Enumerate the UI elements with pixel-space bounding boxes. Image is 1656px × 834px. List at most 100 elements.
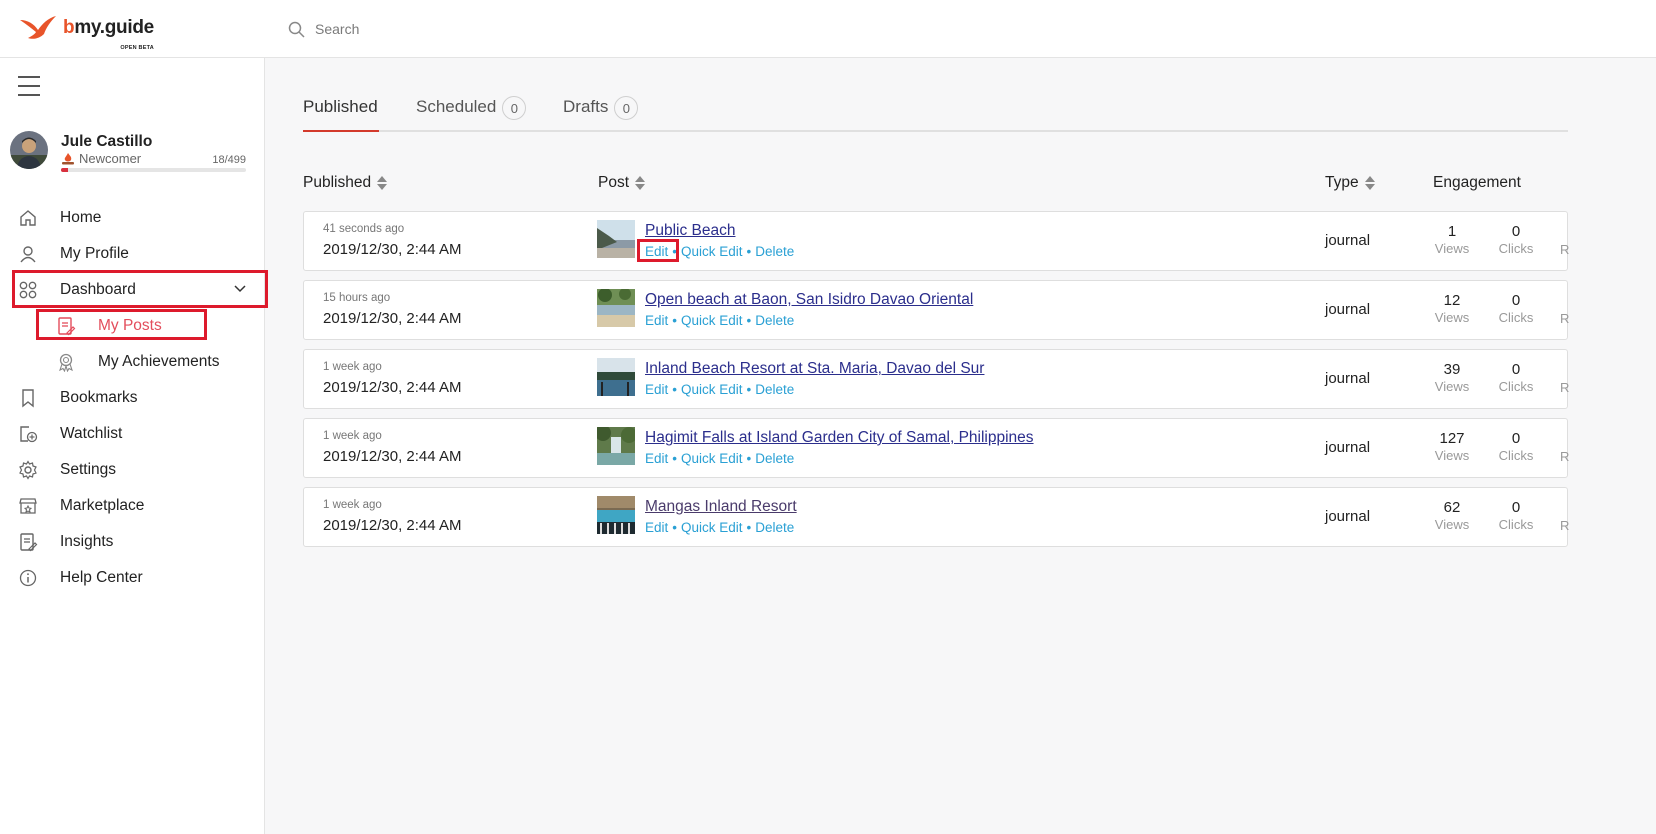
clicks-label: Clicks (1498, 310, 1534, 325)
separator: • (672, 520, 677, 535)
edit-link[interactable]: Edit (645, 244, 668, 259)
delete-link[interactable]: Delete (755, 244, 794, 259)
rank-label: Newcomer (79, 151, 142, 166)
publish-date: 2019/12/30, 2:44 AM (323, 448, 462, 465)
menu-icon[interactable] (18, 76, 40, 96)
column-header-post[interactable]: Post (598, 174, 646, 192)
sidebar-item-my-posts[interactable]: My Posts (0, 308, 265, 344)
sidebar-item-watchlist[interactable]: Watchlist (0, 416, 265, 452)
sidebar-item-home[interactable]: Home (0, 200, 265, 236)
logo[interactable]: bmy.guide OPEN BETA (18, 14, 154, 51)
sidebar-item-label: Home (60, 209, 102, 226)
quick-edit-link[interactable]: Quick Edit (681, 382, 743, 397)
sidebar-item-label: My Achievements (98, 353, 220, 370)
sidebar-item-help-center[interactable]: Help Center (0, 560, 265, 596)
clicks-count: 0 (1511, 499, 1521, 516)
delete-link[interactable]: Delete (755, 313, 794, 328)
search-input[interactable] (315, 21, 615, 37)
column-header-engagement: Engagement (1433, 174, 1521, 192)
quick-edit-link[interactable]: Quick Edit (681, 451, 743, 466)
post-title-link[interactable]: Open beach at Baon, San Isidro Davao Ori… (645, 291, 973, 309)
post-thumbnail[interactable] (597, 427, 635, 465)
truncated-metric-label: R (1560, 518, 1570, 533)
post-actions: Edit • Quick Edit • Delete (645, 451, 794, 466)
post-title-link[interactable]: Inland Beach Resort at Sta. Maria, Davao… (645, 360, 984, 378)
delete-link[interactable]: Delete (755, 382, 794, 397)
sort-icon[interactable] (377, 176, 388, 190)
clicks-label: Clicks (1498, 517, 1534, 532)
post-thumbnail[interactable] (597, 220, 635, 258)
sort-icon[interactable] (635, 176, 646, 190)
truncated-metric-label: R (1560, 380, 1570, 395)
post-thumbnail[interactable] (597, 289, 635, 327)
views-count: 62 (1443, 499, 1461, 516)
user-icon (18, 244, 38, 264)
edit-link[interactable]: Edit (645, 313, 668, 328)
views-stat: 12 Views (1422, 292, 1482, 325)
tab-count-badge: 0 (614, 96, 639, 120)
quick-edit-link[interactable]: Quick Edit (681, 313, 743, 328)
column-header-label: Published (303, 174, 372, 191)
sidebar-item-label: Marketplace (60, 497, 145, 514)
clicks-count: 0 (1511, 361, 1521, 378)
publish-date: 2019/12/30, 2:44 AM (323, 517, 462, 534)
sidebar: Jule Castillo Newcomer 18/499 Home My Pr… (0, 58, 268, 834)
sidebar-item-settings[interactable]: Settings (0, 452, 265, 488)
views-label: Views (1434, 517, 1470, 532)
truncated-metric-label: R (1560, 242, 1570, 257)
post-type: journal (1325, 439, 1371, 456)
sidebar-item-label: Dashboard (60, 281, 136, 298)
sidebar-item-insights[interactable]: Insights (0, 524, 265, 560)
user-profile-card[interactable]: Jule Castillo Newcomer 18/499 (10, 131, 250, 175)
post-title-link[interactable]: Hagimit Falls at Island Garden City of S… (645, 429, 1034, 447)
sidebar-item-my-achievements[interactable]: My Achievements (0, 344, 265, 380)
top-bar: bmy.guide OPEN BETA (0, 0, 1656, 58)
sidebar-item-label: Insights (60, 533, 114, 550)
insights-icon (18, 532, 38, 552)
logo-subtitle: OPEN BETA (120, 45, 154, 51)
edit-link[interactable]: Edit (645, 382, 668, 397)
post-thumbnail[interactable] (597, 358, 635, 396)
chevron-down-icon[interactable] (233, 282, 247, 296)
clicks-stat: 0 Clicks (1486, 430, 1546, 463)
post-title-link[interactable]: Public Beach (645, 222, 735, 240)
publish-date: 2019/12/30, 2:44 AM (323, 241, 462, 258)
clicks-stat: 0 Clicks (1486, 292, 1546, 325)
post-type: journal (1325, 232, 1371, 249)
table-header: Published Post Type Engagement (303, 174, 1568, 196)
campfire-icon (62, 153, 74, 165)
avatar[interactable] (10, 131, 48, 169)
quick-edit-link[interactable]: Quick Edit (681, 244, 743, 259)
clicks-label: Clicks (1498, 448, 1534, 463)
clicks-label: Clicks (1498, 379, 1534, 394)
relative-time: 15 hours ago (323, 292, 391, 304)
table-row: 1 week ago 2019/12/30, 2:44 AM Mangas In… (303, 487, 1570, 547)
tab-drafts[interactable]: Drafts 0 (563, 94, 639, 132)
column-header-published[interactable]: Published (303, 174, 388, 192)
bird-logo-icon (20, 16, 56, 39)
tab-scheduled[interactable]: Scheduled 0 (416, 94, 527, 132)
sidebar-item-dashboard[interactable]: Dashboard (0, 272, 265, 308)
post-type: journal (1325, 370, 1371, 387)
sort-icon[interactable] (1364, 176, 1375, 190)
sidebar-nav: Home My Profile Dashboard My Posts My Ac… (0, 200, 265, 596)
separator: • (746, 313, 752, 328)
quick-edit-link[interactable]: Quick Edit (681, 520, 743, 535)
edit-link[interactable]: Edit (645, 451, 668, 466)
store-icon (18, 496, 38, 516)
sidebar-item-bookmarks[interactable]: Bookmarks (0, 380, 265, 416)
post-actions: Edit • Quick Edit • Delete (645, 313, 794, 328)
delete-link[interactable]: Delete (755, 451, 794, 466)
edit-link[interactable]: Edit (645, 520, 668, 535)
post-type: journal (1325, 508, 1371, 525)
table-row: 1 week ago 2019/12/30, 2:44 AM Hagimit F… (303, 418, 1569, 478)
clicks-stat: 0 Clicks (1486, 499, 1546, 532)
post-thumbnail[interactable] (597, 496, 635, 534)
column-header-type[interactable]: Type (1325, 174, 1375, 192)
dashboard-icon (18, 280, 38, 300)
sidebar-item-my-profile[interactable]: My Profile (0, 236, 265, 272)
tab-published[interactable]: Published (303, 94, 379, 132)
post-title-link[interactable]: Mangas Inland Resort (645, 498, 797, 516)
sidebar-item-marketplace[interactable]: Marketplace (0, 488, 265, 524)
delete-link[interactable]: Delete (755, 520, 794, 535)
